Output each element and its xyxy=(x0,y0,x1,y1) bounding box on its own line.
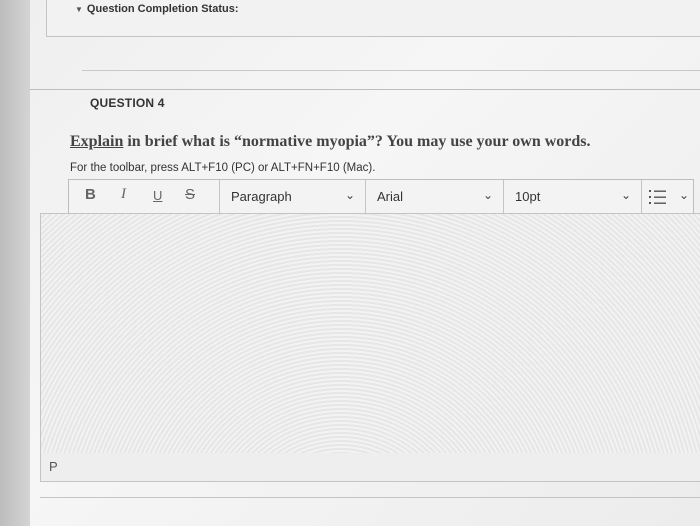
chevron-down-icon: ⌄ xyxy=(620,188,631,202)
completion-status-toggle[interactable]: ▼ Question Completion Status: xyxy=(75,3,238,15)
strikethrough-button[interactable]: S xyxy=(185,186,195,203)
question-text-underlined: Explain xyxy=(70,133,124,150)
font-family-value: Arial xyxy=(377,189,404,204)
editor-toolbar: B I U S Paragraph ⌄ Arial ⌄ 10pt ⌄ ⌄ xyxy=(68,179,694,215)
completion-status-label: Question Completion Status: xyxy=(86,3,239,15)
chevron-down-icon: ⌄ xyxy=(344,188,355,202)
bold-button[interactable]: B xyxy=(85,186,96,203)
list-icon xyxy=(649,190,666,204)
italic-button[interactable]: I xyxy=(121,186,126,203)
chevron-down-icon: ⌄ xyxy=(678,188,689,202)
completion-status-panel: ▼ Question Completion Status: xyxy=(46,0,700,37)
chevron-down-icon: ⌄ xyxy=(482,188,493,202)
toolbar-separator xyxy=(219,180,220,214)
editor-status-bar: P xyxy=(40,453,700,482)
divider xyxy=(82,70,700,71)
element-path[interactable]: P xyxy=(49,459,58,474)
divider xyxy=(30,89,700,90)
underline-button[interactable]: U xyxy=(153,188,162,203)
toolbar-hint: For the toolbar, press ALT+F10 (PC) or A… xyxy=(70,162,376,174)
question-number: QUESTION 4 xyxy=(90,96,165,110)
list-dropdown[interactable]: ⌄ xyxy=(643,180,693,214)
question-text: Explain in brief what is “normative myop… xyxy=(70,133,591,151)
font-size-value: 10pt xyxy=(515,189,541,204)
toolbar-separator xyxy=(365,180,366,214)
toolbar-separator xyxy=(641,180,642,214)
paragraph-format-select[interactable]: Paragraph ⌄ xyxy=(221,180,365,214)
font-size-select[interactable]: 10pt ⌄ xyxy=(505,180,641,214)
paragraph-format-value: Paragraph xyxy=(231,189,292,204)
caret-down-icon: ▼ xyxy=(75,5,83,14)
divider xyxy=(40,497,700,498)
toolbar-separator xyxy=(503,180,504,214)
answer-editor[interactable] xyxy=(40,213,700,455)
font-family-select[interactable]: Arial ⌄ xyxy=(367,180,503,214)
question-text-rest: in brief what is “normative myopia”? You… xyxy=(123,133,591,150)
